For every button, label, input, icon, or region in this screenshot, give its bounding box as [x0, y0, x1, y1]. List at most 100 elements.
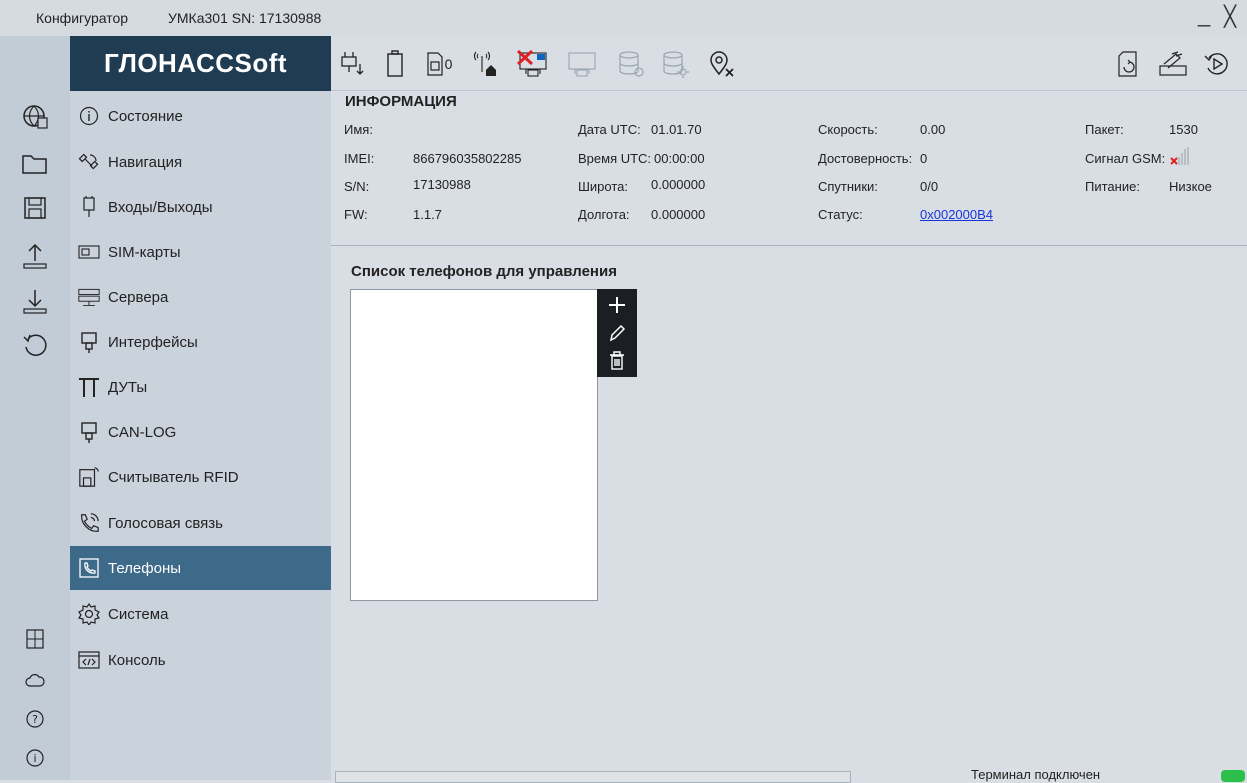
nav-item-phones[interactable]: Телефоны [70, 546, 331, 590]
nav-item-io[interactable]: Входы/Выходы [70, 185, 331, 229]
help-icon[interactable]: ? [16, 700, 54, 738]
nav-item-state[interactable]: Состояние [70, 94, 331, 138]
phones-list[interactable] [350, 289, 598, 601]
power-value: Низкое [1169, 179, 1212, 194]
app-title: Конфигуратор [36, 10, 129, 26]
logo-text: ГЛОНАССSoft [104, 48, 288, 78]
connector-icon [78, 331, 100, 353]
power-plug-icon[interactable] [337, 48, 369, 80]
gsm-signal-icon [1170, 147, 1190, 168]
database-settings-icon[interactable] [659, 48, 691, 80]
nav-item-label: ДУТы [108, 378, 148, 396]
nav-item-label: SIM-карты [108, 243, 181, 261]
date-label: Дата UTC: [578, 122, 641, 137]
location-off-icon[interactable] [705, 48, 737, 80]
phone-icon [78, 557, 100, 579]
sn-value: 17130988 [413, 177, 471, 192]
phones-panel: Список телефонов для управления [331, 247, 1247, 767]
status-bar: Терминал подключен [331, 767, 1247, 783]
plug-icon [78, 196, 100, 218]
time-value: 00:00:00 [654, 151, 705, 166]
power-label: Питание: [1085, 179, 1140, 194]
sim-status-icon[interactable]: 0 [417, 48, 461, 80]
latitude-label: Широта: [578, 179, 629, 194]
info-panel: ИНФОРМАЦИЯ Имя: IMEI: 866796035802285 S/… [331, 91, 1247, 246]
nav-item-console[interactable]: Консоль [70, 638, 331, 682]
minimize-button[interactable]: _ [1198, 2, 1210, 28]
nav-item-navigation[interactable]: Навигация [70, 140, 331, 184]
satellites-value: 0/0 [920, 179, 939, 194]
nav-item-label: Интерфейсы [108, 333, 198, 351]
battery-icon[interactable] [379, 48, 411, 80]
nav-item-rfid[interactable]: Считыватель RFID [70, 455, 331, 499]
delete-icon[interactable] [597, 347, 637, 375]
svg-text:i: i [33, 752, 36, 765]
sim-icon [78, 241, 100, 263]
add-icon[interactable] [597, 291, 637, 319]
edit-icon[interactable] [597, 319, 637, 347]
nav-item-label: Состояние [108, 107, 183, 125]
status-link[interactable]: 0x002000B4 [920, 207, 993, 222]
fw-label: FW: [344, 207, 368, 222]
upload-icon[interactable] [16, 237, 54, 275]
fw-value: 1.1.7 [413, 207, 442, 222]
connection-led [1221, 770, 1245, 782]
console-icon [78, 649, 100, 671]
nav-item-fuel[interactable]: ДУТы [70, 365, 331, 409]
server2-icon[interactable] [565, 48, 603, 80]
database-sync-icon[interactable] [615, 48, 647, 80]
svg-text:?: ? [32, 713, 38, 726]
nav-item-label: Считыватель RFID [108, 468, 239, 486]
cloud-icon[interactable] [16, 662, 54, 700]
nav-item-label: Навигация [108, 153, 183, 171]
speed-value: 0.00 [920, 122, 946, 137]
download-icon[interactable] [16, 282, 54, 320]
can-icon [78, 421, 100, 443]
nav-item-label: Телефоны [108, 559, 182, 577]
gsm-home-icon[interactable] [467, 48, 499, 80]
server-disconnect-icon[interactable] [516, 48, 554, 80]
device-title: УМКа301 SN: 17130988 [168, 10, 322, 26]
nav-sidebar: Состояние Навигация Входы/Выходы SIM-кар… [70, 91, 331, 780]
rfid-icon [78, 466, 100, 488]
phone-call-icon [78, 512, 100, 534]
info-circle-icon [78, 105, 100, 127]
info-icon[interactable]: i [16, 739, 54, 777]
nav-item-label: Сервера [108, 288, 169, 306]
phones-list-controls [597, 289, 637, 377]
nav-item-system[interactable]: Система [70, 592, 331, 636]
gear-icon [78, 603, 100, 625]
calculator-icon[interactable] [16, 620, 54, 658]
nav-item-voice[interactable]: Голосовая связь [70, 501, 331, 545]
nav-item-sim[interactable]: SIM-карты [70, 230, 331, 274]
sync-device-icon[interactable] [1113, 48, 1145, 80]
replay-icon[interactable] [1201, 48, 1233, 80]
nav-item-label: Голосовая связь [108, 514, 223, 532]
close-button[interactable]: ╳ [1224, 4, 1236, 29]
speed-label: Скорость: [818, 122, 878, 137]
imei-label: IMEI: [344, 151, 375, 166]
globe-settings-icon[interactable] [16, 98, 54, 136]
sn-label: S/N: [344, 179, 370, 194]
packet-value: 1530 [1169, 122, 1198, 137]
nav-item-label: Консоль [108, 651, 166, 669]
fuel-sensor-icon [78, 376, 100, 398]
nav-item-interfaces[interactable]: Интерфейсы [70, 320, 331, 364]
reset-icon[interactable] [16, 326, 54, 364]
phones-list-title: Список телефонов для управления [351, 263, 617, 280]
satellites-label: Спутники: [818, 179, 878, 194]
status-label: Статус: [818, 207, 863, 222]
nav-item-label: Входы/Выходы [108, 198, 213, 216]
nav-item-label: CAN-LOG [108, 423, 177, 441]
validity-label: Достоверность: [818, 151, 913, 166]
nav-item-servers[interactable]: Сервера [70, 275, 331, 319]
save-icon[interactable] [16, 189, 54, 227]
nav-item-canlog[interactable]: CAN-LOG [70, 410, 331, 454]
satellite-icon [78, 151, 100, 173]
latitude-value: 0.000000 [651, 177, 706, 192]
imei-value: 866796035802285 [413, 151, 522, 166]
info-title: ИНФОРМАЦИЯ [345, 93, 457, 110]
firmware-update-icon[interactable] [1157, 48, 1189, 80]
folder-icon[interactable] [16, 145, 54, 183]
validity-value: 0 [920, 151, 928, 166]
